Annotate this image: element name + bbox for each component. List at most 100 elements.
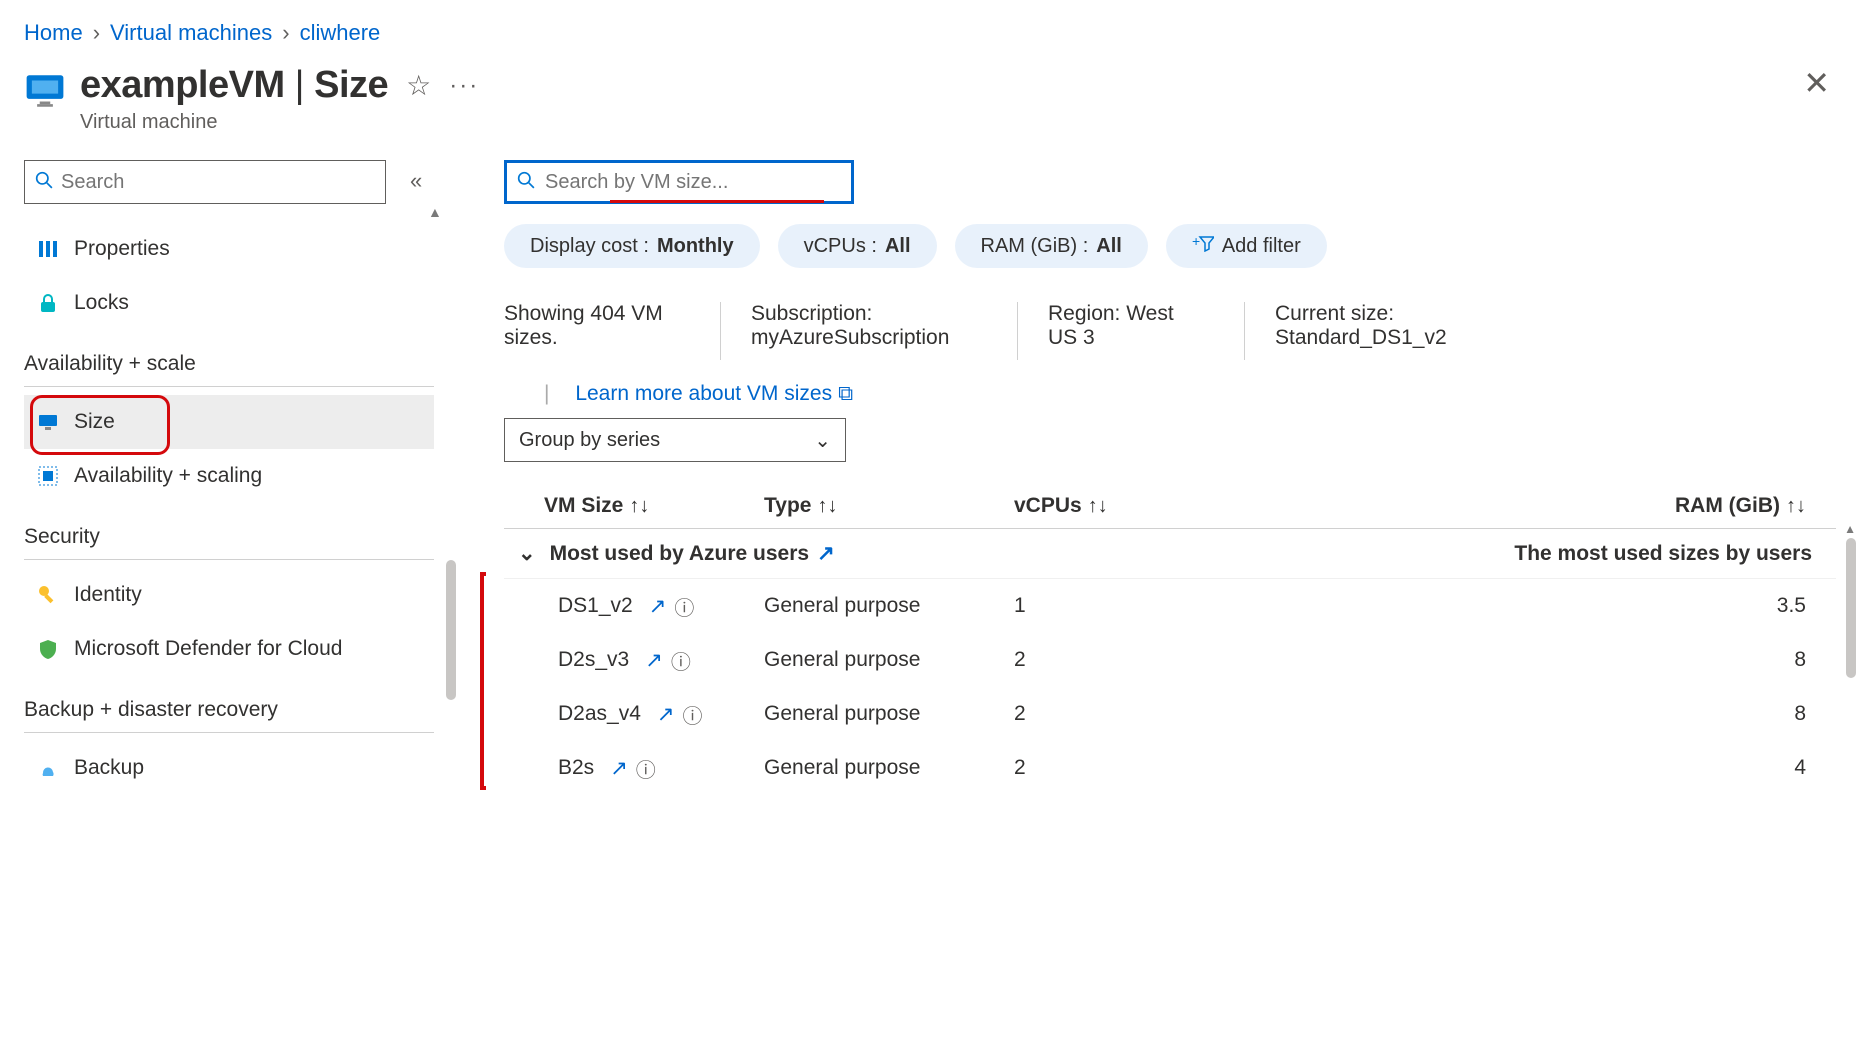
vm-type: General purpose [764,702,1014,726]
column-vcpus[interactable]: vCPUs ↑↓ [1014,494,1274,518]
vm-icon [36,410,60,434]
breadcrumb-home[interactable]: Home [24,20,83,46]
external-link-icon: ⧉ [838,382,853,405]
scrollbar[interactable] [1846,538,1856,678]
sidebar-item-label: Availability + scaling [74,464,262,488]
table-group-header[interactable]: ⌄ Most used by Azure users ↗ The most us… [504,528,1836,579]
sidebar-search[interactable] [24,160,386,204]
chevron-down-icon[interactable]: ⌄ [504,541,550,566]
table-row[interactable]: DS1_v2↗ⓘGeneral purpose13.5 [504,579,1836,633]
sidebar-item-label: Microsoft Defender for Cloud [74,637,342,661]
sidebar-section-backup: Backup + disaster recovery [24,676,434,733]
add-filter-icon: + [1192,234,1214,258]
breadcrumb-vms[interactable]: Virtual machines [110,20,272,46]
sidebar-item-locks[interactable]: Locks [24,276,434,330]
vm-size-name: D2as_v4 [558,702,641,726]
search-icon [35,171,53,194]
group-by-select[interactable]: Group by series ⌄ [504,418,846,462]
table-row[interactable]: D2s_v3 ↗ ⓘ General purpose28 [504,633,1836,687]
vm-size-name: DS1_v2 [558,594,633,618]
vm-size-search[interactable] [504,160,854,204]
vm-icon [24,70,66,112]
filter-display-cost[interactable]: Display cost : Monthly [504,224,760,268]
table-row[interactable]: D2as_v4 ↗ ⓘ General purpose28 [504,687,1836,741]
sidebar-item-defender[interactable]: Microsoft Defender for Cloud [24,622,434,676]
vm-type: General purpose [764,594,1014,618]
vm-ram: 8 [1274,702,1836,726]
breadcrumb-resource[interactable]: cliwhere [300,20,381,46]
trend-up-icon: ↗ [817,541,835,566]
sidebar-item-label: Properties [74,237,170,261]
collapse-sidebar-button[interactable]: « [410,168,422,194]
sidebar-item-size[interactable]: Size [24,395,434,449]
vm-ram: 4 [1274,756,1836,780]
info-icon[interactable]: ⓘ [674,592,694,621]
sort-icon: ↑↓ [817,495,837,518]
sidebar-item-label: Size [74,410,115,434]
sidebar-item-identity[interactable]: Identity [24,568,434,622]
filter-vcpus[interactable]: vCPUs : All [778,224,937,268]
info-icon[interactable]: ⓘ [636,754,656,783]
cloud-backup-icon [36,756,60,780]
annotation-underline [610,200,824,203]
column-type[interactable]: Type ↑↓ [764,494,1014,518]
sidebar-search-input[interactable] [61,171,375,194]
chevron-right-icon: › [282,20,289,46]
vm-type: General purpose [764,648,1014,672]
key-icon [36,583,60,607]
sidebar-item-label: Backup [74,756,144,780]
sidebar-item-backup[interactable]: Backup [24,741,434,795]
group-desc: The most used sizes by users [1514,542,1836,566]
info-subscription: Subscription:myAzureSubscription [751,302,1001,360]
sidebar: « ▲ Properties Locks Availability + scal… [0,152,440,795]
sort-icon: ↑↓ [629,495,649,518]
properties-icon [36,237,60,261]
sidebar-item-availability-scaling[interactable]: Availability + scaling [24,449,434,503]
info-icon[interactable]: ⓘ [683,700,703,729]
sort-icon: ↑↓ [1786,495,1806,518]
close-button[interactable]: ✕ [1803,64,1836,102]
vm-size-search-input[interactable] [545,171,841,194]
sidebar-section-security: Security [24,503,434,560]
sidebar-item-label: Identity [74,583,142,607]
add-filter-button[interactable]: + Add filter [1166,224,1327,268]
trend-up-icon: ↗ [657,702,675,727]
info-showing: Showing 404 VM sizes. [504,302,704,360]
table-row[interactable]: B2s ↗ ⓘ General purpose24 [504,741,1836,795]
trend-up-icon: ↗ [610,756,628,781]
vm-vcpus: 2 [1014,702,1274,726]
trend-up-icon: ↗ [645,648,663,673]
learn-more-link[interactable]: Learn more about VM sizes⧉ [575,382,853,405]
vm-ram: 8 [1274,648,1836,672]
vm-type: General purpose [764,756,1014,780]
vm-size-name: D2s_v3 [558,648,629,672]
chevron-down-icon: ⌄ [814,428,831,453]
info-current-size: Current size:Standard_DS1_v2 [1275,302,1477,360]
info-region: Region: West US 3 [1048,302,1228,360]
vm-ram: 3.5 [1274,594,1836,618]
favorite-button[interactable]: ☆ [406,69,431,102]
more-button[interactable]: ··· [449,72,479,100]
vm-vcpus: 2 [1014,648,1274,672]
sidebar-item-label: Locks [74,291,129,315]
lock-icon [36,291,60,315]
search-icon [517,171,535,194]
trend-up-icon: ↗ [649,594,667,619]
filter-ram[interactable]: RAM (GiB) : All [955,224,1148,268]
shield-icon [36,637,60,661]
info-icon[interactable]: ⓘ [671,646,691,675]
main-content: Display cost : Monthly vCPUs : All RAM (… [440,152,1860,795]
column-ram[interactable]: RAM (GiB) ↑↓ [1274,494,1836,518]
annotation-bracket [480,572,486,790]
sidebar-item-properties[interactable]: Properties [24,222,434,276]
resource-type: Virtual machine [80,111,479,134]
scale-icon [36,464,60,488]
vm-size-name: B2s [558,756,594,780]
vm-size-table: VM Size ↑↓ Type ↑↓ vCPUs ↑↓ RAM (GiB) ↑↓… [504,484,1836,795]
page-title: exampleVM | Size [80,64,388,107]
page-header: exampleVM | Size ☆ ··· Virtual machine ✕ [0,46,1860,134]
column-vm-size[interactable]: VM Size ↑↓ [504,494,764,518]
scroll-up-icon[interactable]: ▲ [1844,522,1856,536]
vm-vcpus: 2 [1014,756,1274,780]
sort-icon: ↑↓ [1088,495,1108,518]
